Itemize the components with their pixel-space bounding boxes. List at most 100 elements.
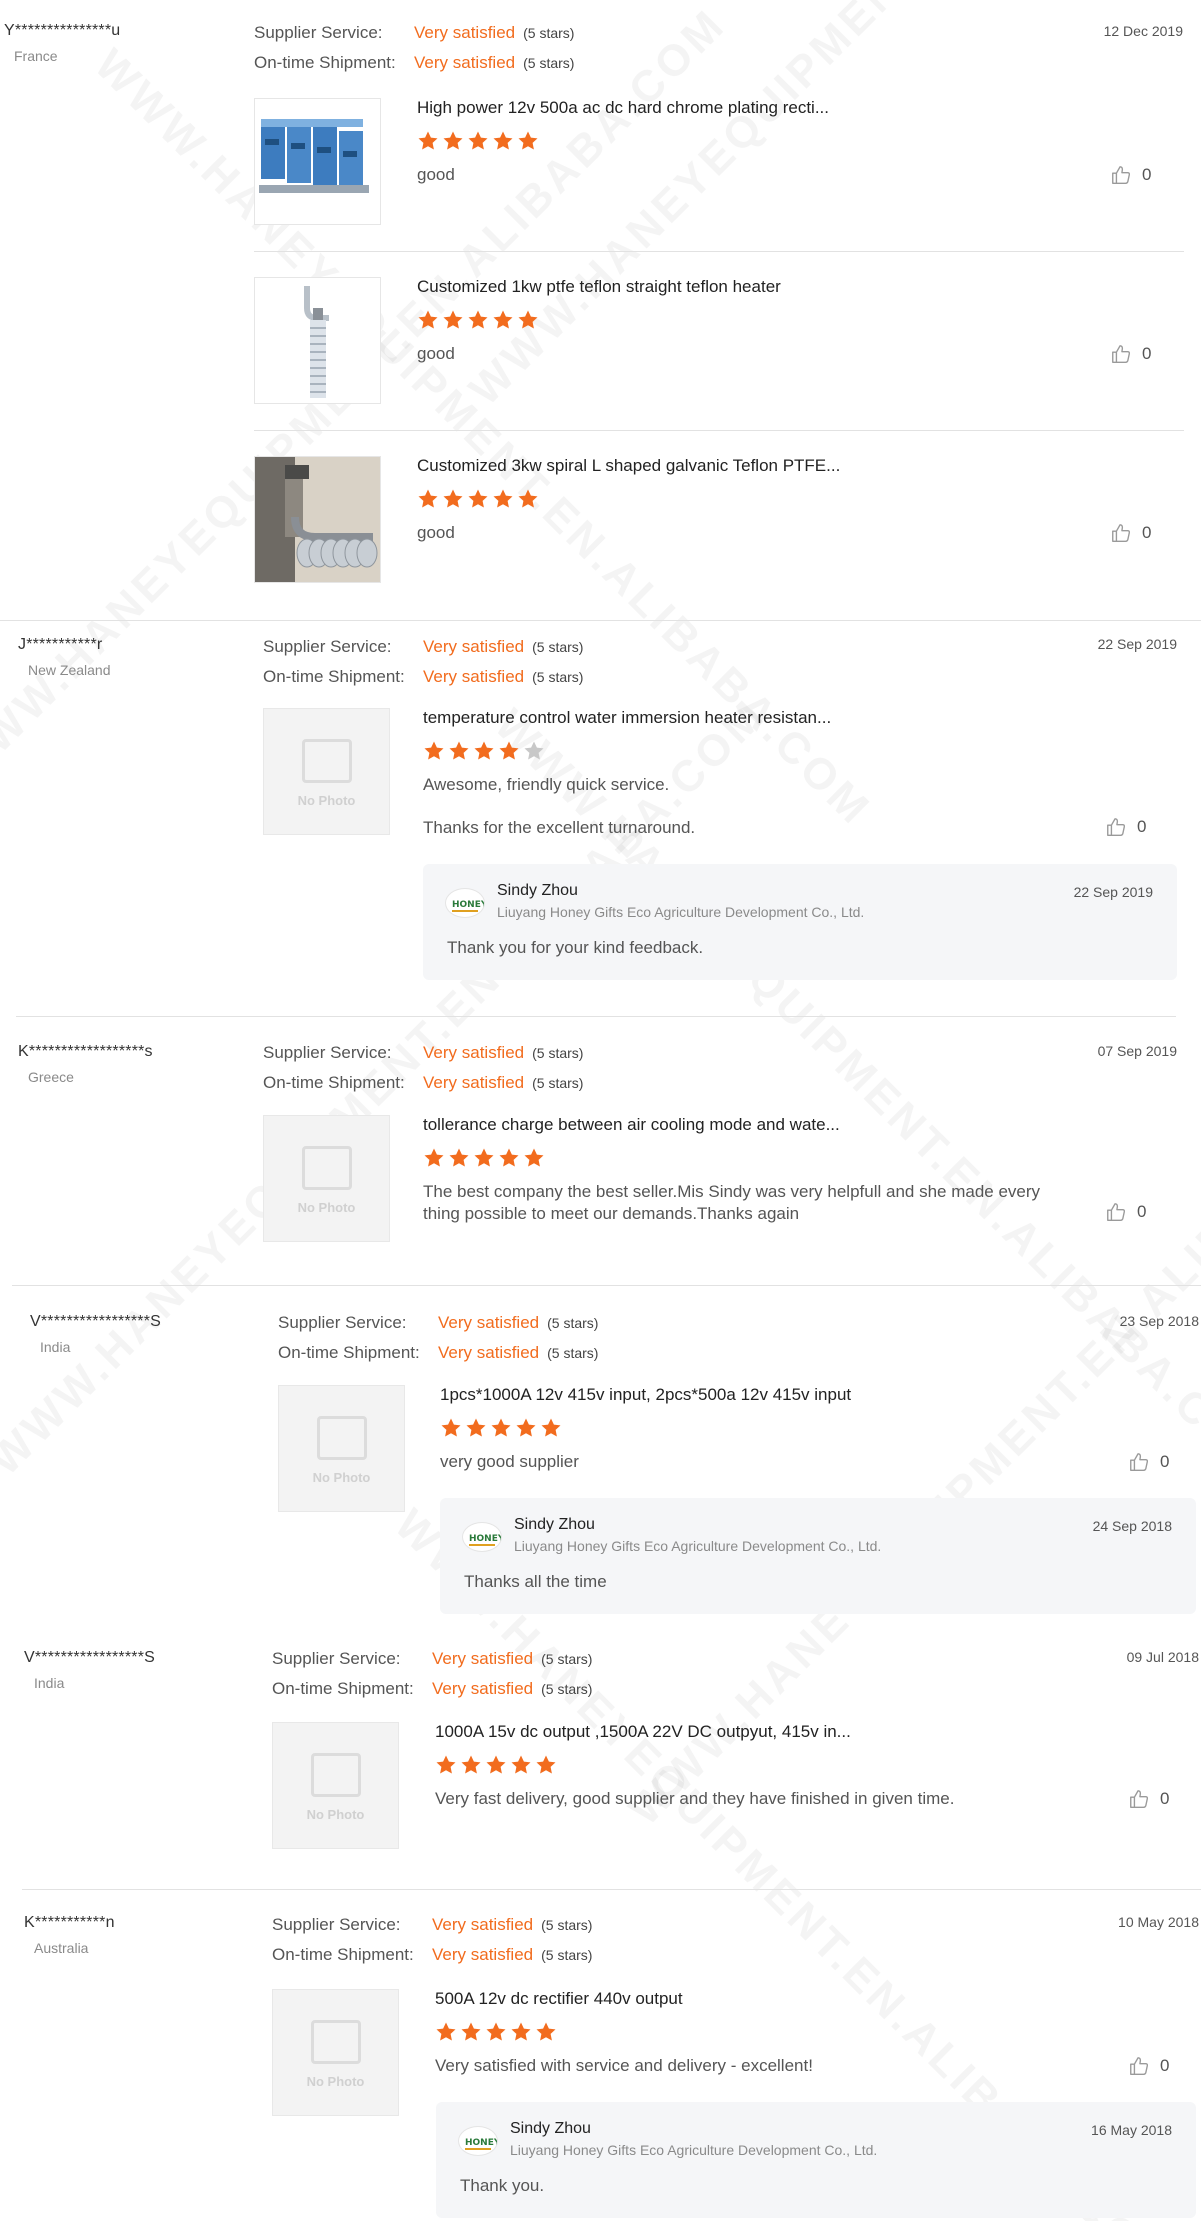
buyer-name: V*****************S <box>30 1313 161 1330</box>
star-filled-icon <box>523 1147 545 1169</box>
buyer-country: France <box>14 48 58 64</box>
reply-date: 24 Sep 2018 <box>1092 1518 1172 1534</box>
review-date: 23 Sep 2018 <box>1119 1313 1199 1329</box>
product-thumbnail[interactable]: No Photo <box>263 1115 390 1242</box>
ontime-shipment-label: On-time Shipment: <box>272 1945 414 1964</box>
product-thumbnail[interactable]: No Photo <box>263 708 390 835</box>
svg-text:HONEY: HONEY <box>465 2138 498 2148</box>
star-filled-icon <box>490 1417 512 1439</box>
like-button[interactable]: 0 <box>1128 2055 1169 2079</box>
ontime-shipment-stars: (5 stars) <box>547 1345 599 1361</box>
supplier-service-label: Supplier Service: <box>254 23 383 42</box>
supplier-logo: HONEY <box>445 888 485 918</box>
product-thumbnail[interactable]: No Photo <box>272 1722 399 1849</box>
product-title[interactable]: 1000A 15v dc output ,1500A 22V DC outpyu… <box>435 1722 851 1742</box>
ontime-shipment-stars: (5 stars) <box>532 1075 584 1091</box>
product-thumbnail[interactable] <box>254 456 381 583</box>
review-product: No Photo 500A 12v dc rectifier 440v outp… <box>272 1989 1188 2119</box>
star-filled-icon <box>485 1754 507 1776</box>
star-filled-icon <box>448 1147 470 1169</box>
product-divider <box>254 251 1184 252</box>
star-filled-icon <box>460 2021 482 2043</box>
buyer-info: K******************s Greece <box>18 1043 153 1085</box>
supplier-service-label: Supplier Service: <box>272 1649 401 1668</box>
svg-text:HONEY: HONEY <box>469 1534 502 1544</box>
thumbs-up-icon <box>1105 818 1127 836</box>
star-rating <box>417 309 542 331</box>
like-button[interactable]: 0 <box>1110 522 1151 546</box>
product-title[interactable]: 1pcs*1000A 12v 415v input, 2pcs*500a 12v… <box>440 1385 851 1405</box>
supplier-service-value: Very satisfied <box>432 1649 534 1668</box>
star-filled-icon <box>442 309 464 331</box>
supplier-service-value: Very satisfied <box>438 1313 540 1332</box>
no-photo-label: No Photo <box>297 793 356 808</box>
star-empty-icon <box>523 740 545 762</box>
no-photo-label: No Photo <box>306 2074 365 2089</box>
star-rating <box>440 1417 565 1439</box>
like-button[interactable]: 0 <box>1110 164 1151 188</box>
ontime-shipment-label: On-time Shipment: <box>278 1343 420 1362</box>
like-button[interactable]: 0 <box>1105 816 1146 840</box>
star-rating <box>435 1754 560 1776</box>
like-button[interactable]: 0 <box>1128 1451 1169 1475</box>
star-filled-icon <box>423 1147 445 1169</box>
star-filled-icon <box>467 130 489 152</box>
no-photo-label: No Photo <box>306 1807 365 1822</box>
star-filled-icon <box>492 488 514 510</box>
ontime-shipment-value: Very satisfied <box>432 1945 534 1964</box>
product-thumbnail[interactable]: No Photo <box>272 1989 399 2116</box>
product-title[interactable]: tollerance charge between air cooling mo… <box>423 1115 840 1135</box>
like-count: 0 <box>1142 523 1152 542</box>
review-divider <box>16 1016 1176 1017</box>
review-date: 22 Sep 2019 <box>1097 636 1177 652</box>
product-thumbnail[interactable] <box>254 277 381 404</box>
ontime-shipment-value: Very satisfied <box>423 1073 525 1092</box>
product-title[interactable]: 500A 12v dc rectifier 440v output <box>435 1989 683 2009</box>
product-title[interactable]: Customized 1kw ptfe teflon straight tefl… <box>417 277 781 297</box>
star-filled-icon <box>517 309 539 331</box>
star-filled-icon <box>535 2021 557 2043</box>
buyer-name: J***********r <box>18 636 103 653</box>
reply-company: Liuyang Honey Gifts Eco Agriculture Deve… <box>514 1538 882 1554</box>
supplier-ratings: Supplier Service: Very satisfied (5 stars)… <box>254 18 574 78</box>
review-comment: good <box>417 523 455 542</box>
product-title[interactable]: High power 12v 500a ac dc hard chrome pl… <box>417 98 829 118</box>
product-title[interactable]: temperature control water immersion heat… <box>423 708 831 728</box>
supplier-service-value: Very satisfied <box>432 1915 534 1934</box>
review-product: No Photo temperature control water immer… <box>263 708 1183 838</box>
thumbs-up-icon <box>1128 1453 1150 1471</box>
star-filled-icon <box>442 130 464 152</box>
reply-company: Liuyang Honey Gifts Eco Agriculture Deve… <box>510 2142 878 2158</box>
product-title[interactable]: Customized 3kw spiral L shaped galvanic … <box>417 456 840 476</box>
reply-text: Thanks all the time <box>464 1572 607 1591</box>
star-filled-icon <box>467 488 489 510</box>
star-filled-icon <box>535 1754 557 1776</box>
product-thumbnail[interactable]: No Photo <box>278 1385 405 1512</box>
review-divider <box>22 1889 1201 1890</box>
like-count: 0 <box>1160 1452 1170 1471</box>
buyer-name: V*****************S <box>24 1649 155 1666</box>
image-placeholder-icon <box>317 1416 367 1460</box>
star-filled-icon <box>517 488 539 510</box>
like-button[interactable]: 0 <box>1128 1788 1169 1812</box>
star-filled-icon <box>465 1417 487 1439</box>
star-filled-icon <box>473 740 495 762</box>
product-thumbnail[interactable] <box>254 98 381 225</box>
like-button[interactable]: 0 <box>1105 1201 1146 1225</box>
star-rating <box>417 488 542 510</box>
like-button[interactable]: 0 <box>1110 343 1151 367</box>
supplier-service-value: Very satisfied <box>423 1043 525 1062</box>
ontime-shipment-label: On-time Shipment: <box>263 667 405 686</box>
star-filled-icon <box>510 1754 532 1776</box>
supplier-service-label: Supplier Service: <box>272 1915 401 1934</box>
ontime-shipment-label: On-time Shipment: <box>254 53 396 72</box>
supplier-service-label: Supplier Service: <box>263 637 392 656</box>
ontime-shipment-value: Very satisfied <box>432 1679 534 1698</box>
star-filled-icon <box>435 2021 457 2043</box>
review-date: 10 May 2018 <box>1118 1914 1199 1930</box>
star-filled-icon <box>492 130 514 152</box>
star-filled-icon <box>423 740 445 762</box>
supplier-service-stars: (5 stars) <box>547 1315 599 1331</box>
review-product: High power 12v 500a ac dc hard chrome pl… <box>254 98 1184 228</box>
ontime-shipment-value: Very satisfied <box>438 1343 540 1362</box>
